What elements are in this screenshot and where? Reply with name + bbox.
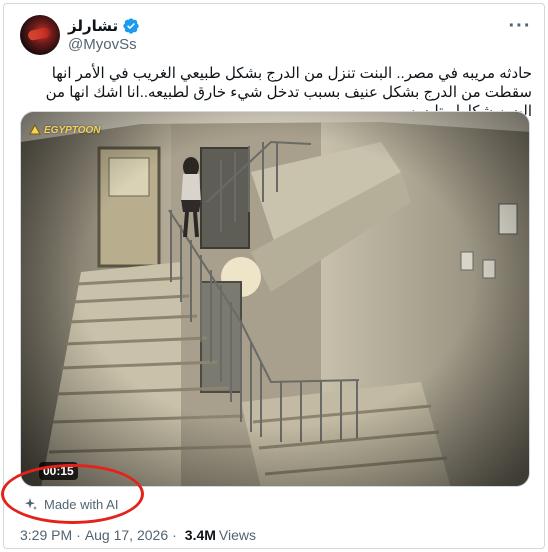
video-frame bbox=[21, 112, 529, 486]
made-with-ai-label[interactable]: Made with AI bbox=[24, 495, 118, 513]
views-label: Views bbox=[218, 527, 256, 543]
channel-watermark: EGYPTOON bbox=[29, 121, 101, 139]
author-avatar[interactable] bbox=[20, 15, 60, 55]
tweet-card: تشارلز @MyovSs ··· حادثه مريبه في مصر.. … bbox=[3, 3, 545, 549]
verified-badge-icon bbox=[122, 17, 140, 35]
more-horizontal-icon: ··· bbox=[508, 15, 532, 37]
meta-separator: · bbox=[172, 527, 177, 543]
video-duration-badge: 00:15 bbox=[39, 462, 78, 480]
watermark-text: EGYPTOON bbox=[44, 124, 101, 136]
made-with-ai-text: Made with AI bbox=[44, 496, 119, 512]
tweet-time[interactable]: 3:29 PM bbox=[20, 527, 72, 543]
egyptoon-logo-icon bbox=[29, 124, 41, 136]
more-options-button[interactable]: ··· bbox=[508, 14, 532, 38]
video-player[interactable]: EGYPTOON 00:15 bbox=[20, 111, 530, 487]
author-handle[interactable]: @MyovSs bbox=[68, 36, 137, 53]
author-name-row: تشارلز bbox=[68, 16, 140, 36]
tweet-date[interactable]: Aug 17, 2026 bbox=[85, 527, 168, 543]
author-display-name[interactable]: تشارلز bbox=[68, 17, 118, 35]
sparkle-icon bbox=[24, 497, 38, 511]
views-count: 3.4M bbox=[184, 527, 216, 543]
meta-separator: · bbox=[76, 527, 81, 543]
tweet-meta: 3:29 PM · Aug 17, 2026 · 3.4M Views bbox=[20, 525, 256, 545]
